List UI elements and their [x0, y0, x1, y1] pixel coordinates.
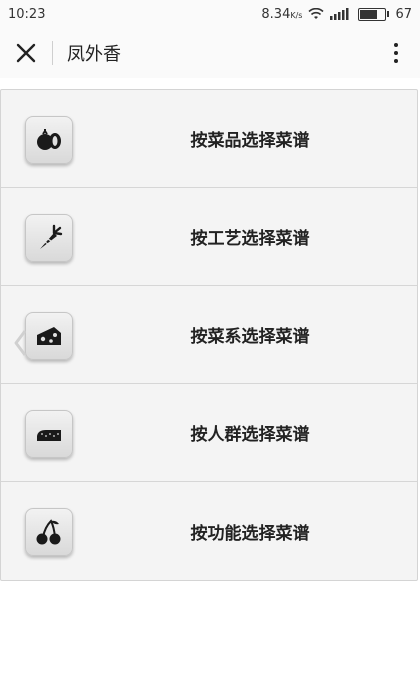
title-bar: 凤外香	[0, 28, 420, 78]
menu-item-by-dish[interactable]: 按菜品选择菜谱	[1, 90, 417, 188]
close-button[interactable]	[0, 28, 52, 78]
network-speed-unit: K/s	[290, 10, 303, 20]
recipe-category-list: 按菜品选择菜谱 按工艺选择菜谱 按菜系选择菜谱 按人群选择菜谱 按功能选择菜谱	[0, 89, 418, 581]
page-title: 凤外香	[67, 44, 121, 65]
menu-item-by-cuisine[interactable]: 按菜系选择菜谱	[1, 286, 417, 384]
menu-item-label: 按功能选择菜谱	[190, 523, 310, 544]
back-swipe-icon	[14, 330, 27, 356]
more-menu-button[interactable]	[384, 38, 408, 68]
network-speed: 8.34K/s	[261, 7, 302, 22]
status-bar: 10:23 8.34K/s 67	[0, 0, 420, 28]
signal-icon	[330, 8, 349, 20]
status-time: 10:23	[8, 6, 46, 22]
wifi-icon	[308, 8, 325, 19]
menu-item-label: 按菜系选择菜谱	[190, 327, 310, 347]
status-icons: 8.34K/s 67	[261, 7, 412, 22]
menu-item-label: 按工艺选择菜谱	[190, 229, 310, 249]
close-icon	[16, 43, 36, 63]
menu-item-label: 按人群选择菜谱	[190, 425, 310, 445]
title-divider	[52, 41, 53, 65]
menu-item-label: 按菜品选择菜谱	[190, 131, 310, 151]
menu-item-by-technique[interactable]: 按工艺选择菜谱	[1, 188, 417, 286]
more-vertical-icon	[394, 43, 398, 63]
menu-item-by-group[interactable]: 按人群选择菜谱	[1, 384, 417, 482]
menu-item-by-function[interactable]: 按功能选择菜谱	[1, 482, 417, 580]
battery-icon	[358, 7, 390, 21]
network-speed-value: 8.34	[261, 6, 291, 22]
battery-level: 67	[395, 6, 412, 22]
